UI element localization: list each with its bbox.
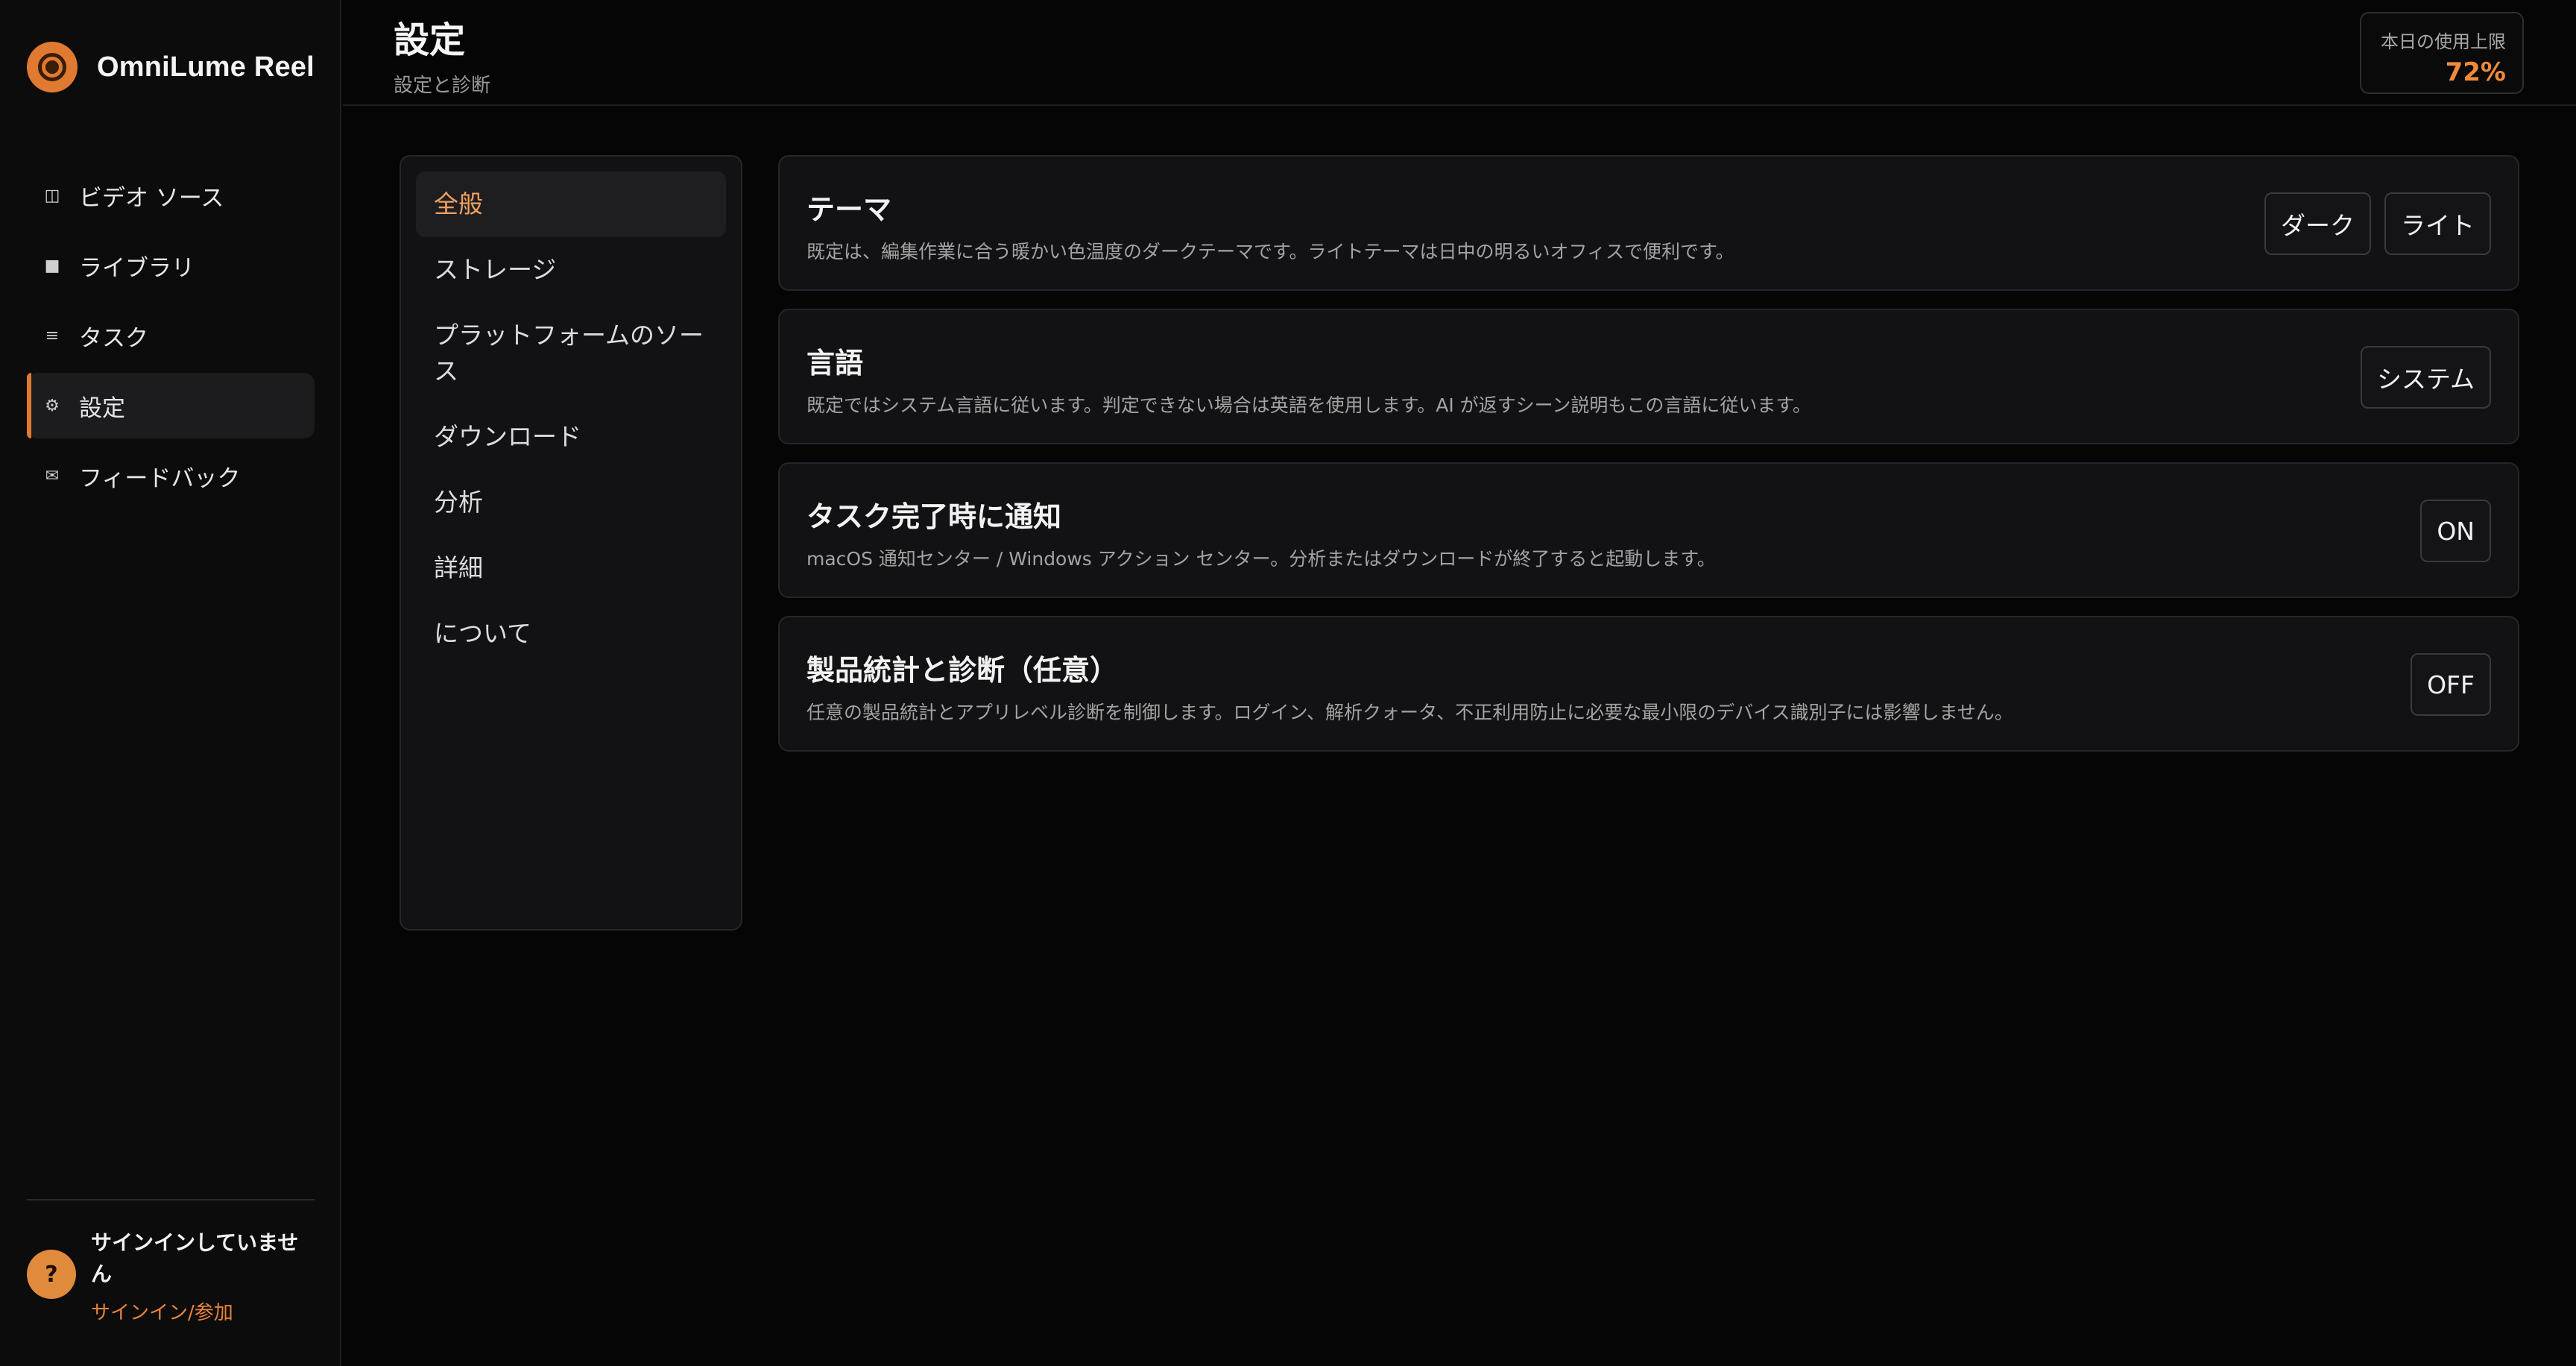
setting-title: テーマ <box>806 193 892 226</box>
usage-limit-badge: 本日の使用上限 72% <box>2360 12 2524 94</box>
settings-tab-about[interactable]: について <box>416 601 726 667</box>
setting-description: 既定ではシステム言語に従います。判定できない場合は英語を使用します。AI が返す… <box>806 394 1811 416</box>
sidebar-divider <box>27 1199 315 1200</box>
setting-description: 既定は、編集作業に合う暖かい色温度のダークテーマです。ライトテーマは日中の明るい… <box>806 241 1734 262</box>
usage-label: 本日の使用上限 <box>2381 31 2506 52</box>
settings-tab-download[interactable]: ダウンロード <box>416 404 726 470</box>
gear-icon: ⚙ <box>45 396 60 415</box>
settings-category-nav: 全般 ストレージ プラットフォームのソース ダウンロード 分析 詳細 について <box>400 155 742 931</box>
app-logo-icon <box>27 42 78 92</box>
sidebar-item-label: ビデオ ソース <box>79 184 224 212</box>
tasks-icon: ≡ <box>45 326 60 345</box>
sidebar-nav: ◫ ビデオ ソース ■ ライブラリ ≡ タスク ⚙ 設定 ✉ フィードバック <box>27 163 315 513</box>
telemetry-setting-card: 製品統計と診断（任意） 任意の製品統計とアプリレベル診断を制御します。ログイン、… <box>778 616 2519 752</box>
notify-toggle[interactable]: ON <box>2420 500 2491 562</box>
settings-tab-platform-sources[interactable]: プラットフォームのソース <box>416 303 726 404</box>
sign-in-link[interactable]: サインイン/参加 <box>91 1297 307 1325</box>
setting-title: 言語 <box>806 347 864 380</box>
sidebar-item-settings[interactable]: ⚙ 設定 <box>27 373 315 438</box>
settings-panel: テーマ 既定は、編集作業に合う暖かい色温度のダークテーマです。ライトテーマは日中… <box>778 155 2519 769</box>
usage-value: 72% <box>2445 57 2506 87</box>
app-name: OmniLume Reel <box>97 51 315 83</box>
settings-tab-general[interactable]: 全般 <box>416 171 726 237</box>
mail-icon: ✉ <box>45 466 60 485</box>
settings-tab-advanced[interactable]: 詳細 <box>416 535 726 601</box>
sidebar-item-tasks[interactable]: ≡ タスク <box>27 303 315 368</box>
sidebar-item-label: タスク <box>79 324 148 352</box>
setting-description: 任意の製品統計とアプリレベル診断を制御します。ログイン、解析クォータ、不正利用防… <box>806 702 2013 723</box>
sidebar-item-video-source[interactable]: ◫ ビデオ ソース <box>27 163 315 228</box>
notify-setting-card: タスク完了時に通知 macOS 通知センター / Windows アクション セ… <box>778 462 2519 598</box>
setting-title: 製品統計と診断（任意） <box>806 654 1119 687</box>
sidebar-item-library[interactable]: ■ ライブラリ <box>27 233 315 298</box>
setting-title: タスク完了時に通知 <box>806 500 1062 533</box>
language-setting-card: 言語 既定ではシステム言語に従います。判定できない場合は英語を使用します。AI … <box>778 309 2519 444</box>
telemetry-toggle[interactable]: OFF <box>2411 653 2491 716</box>
video-source-icon: ◫ <box>44 186 60 205</box>
setting-description: macOS 通知センター / Windows アクション センター。分析またはダ… <box>806 548 1716 570</box>
settings-tab-analysis[interactable]: 分析 <box>416 470 726 535</box>
settings-tab-storage[interactable]: ストレージ <box>416 237 726 303</box>
page-header: 設定 設定と診断 本日の使用上限 72% <box>343 0 2576 106</box>
page-title: 設定 <box>394 19 466 61</box>
sidebar: OmniLume Reel ◫ ビデオ ソース ■ ライブラリ ≡ タスク ⚙ … <box>0 0 341 1366</box>
theme-dark-button[interactable]: ダーク <box>2264 192 2371 255</box>
sidebar-item-label: フィードバック <box>79 465 241 492</box>
library-icon: ■ <box>44 256 60 275</box>
avatar[interactable]: ? <box>27 1250 76 1299</box>
theme-setting-card: テーマ 既定は、編集作業に合う暖かい色温度のダークテーマです。ライトテーマは日中… <box>778 155 2519 291</box>
account-section: ? サインインしていません サインイン/参加 <box>27 1227 315 1325</box>
sidebar-item-label: ライブラリ <box>79 254 195 282</box>
language-select-button[interactable]: システム <box>2360 346 2491 409</box>
sidebar-item-label: 設定 <box>79 394 125 422</box>
account-status: サインインしていません <box>91 1230 299 1286</box>
page-subtitle: 設定と診断 <box>394 75 491 97</box>
brand[interactable]: OmniLume Reel <box>27 42 315 92</box>
sidebar-item-feedback[interactable]: ✉ フィードバック <box>27 443 315 509</box>
theme-light-button[interactable]: ライト <box>2384 192 2491 255</box>
